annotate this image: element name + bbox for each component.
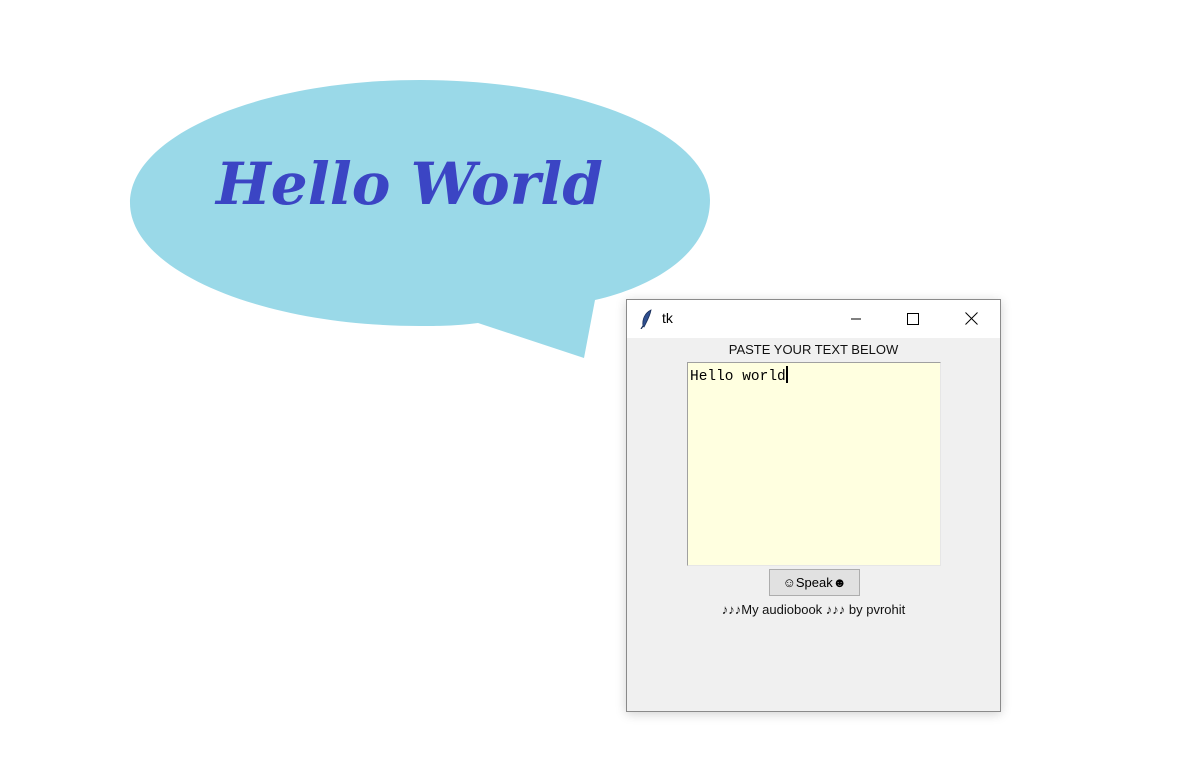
text-input-value: Hello world (690, 369, 786, 385)
close-icon (964, 310, 978, 329)
maximize-button[interactable] (890, 300, 936, 338)
feather-icon (639, 309, 655, 330)
window-title: tk (662, 310, 673, 326)
title-bar[interactable]: tk (627, 300, 1000, 338)
bubble-heading: Hello World (216, 150, 603, 218)
text-caret (785, 366, 788, 383)
text-input-area[interactable]: Hello world (687, 362, 941, 566)
maximize-icon (907, 310, 919, 329)
minimize-button[interactable] (833, 300, 879, 338)
footer-credit: ♪♪♪My audiobook ♪♪♪ by pvrohit (721, 602, 906, 617)
desktop-canvas: Hello World tk PASTE YOUR TEXT BELOW Hel… (0, 0, 1202, 770)
minimize-icon (850, 310, 862, 329)
instruction-label: PASTE YOUR TEXT BELOW (728, 342, 899, 357)
close-button[interactable] (948, 300, 994, 338)
tk-window: tk PASTE YOUR TEXT BELOW Hello world ☺Sp… (626, 299, 1001, 712)
speech-bubble-shape (130, 80, 710, 358)
speak-button[interactable]: ☺Speak☻ (769, 569, 860, 596)
speak-button-label: ☺Speak☻ (782, 575, 847, 590)
